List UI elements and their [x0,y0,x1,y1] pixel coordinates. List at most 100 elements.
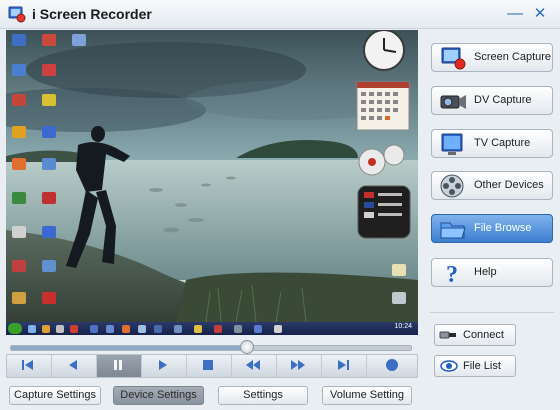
taskbar-item [56,325,64,333]
desktop-icon-1 [12,34,26,46]
screen-capture-icon [441,47,466,70]
connect-button[interactable]: Connect [434,324,516,346]
rewind-button[interactable] [232,355,277,377]
taskbar-item [28,325,36,333]
desktop-icon-3 [72,34,86,46]
tv-capture-label: TV Capture [474,137,531,149]
pause-button[interactable] [97,355,142,377]
skip-end-button[interactable] [322,355,367,377]
file-list-button[interactable]: File List [434,355,516,377]
skip-start-icon [22,360,33,370]
desktop-icon-11 [42,158,56,170]
other-devices-button[interactable]: Other Devices [431,171,553,200]
screen-capture-label: Screen Capture [474,51,552,63]
taskbar-item [254,325,262,333]
taskbar-item [214,325,222,333]
desktop-icon-14 [12,226,26,238]
help-button[interactable]: ? Help [431,258,553,287]
dv-camera-icon [440,95,466,109]
previous-button[interactable] [52,355,97,377]
other-devices-label: Other Devices [474,179,544,191]
play-button[interactable] [142,355,187,377]
skip-end-icon [338,360,349,370]
panel-divider [430,312,554,313]
record-icon [386,359,398,371]
previous-icon [69,360,77,370]
currency-gadget-icon [357,185,411,239]
stop-icon [203,360,213,370]
help-icon: ? [446,262,458,286]
title-bar: i Screen Recorder — ✕ [0,0,560,29]
desktop-icon-19 [42,292,56,304]
desktop-icon-9 [42,126,56,138]
desktop-icon-4 [12,64,26,76]
app-logo-icon [8,6,26,23]
app-title: i Screen Recorder [32,6,152,22]
desktop-icon-21 [392,292,406,304]
taskbar-item [274,325,282,333]
seek-progress [11,346,247,350]
capture-settings-button[interactable]: Capture Settings [9,386,101,405]
connect-label: Connect [463,329,504,341]
desktop-icon-16 [12,260,26,272]
calendar-gadget-icon [356,81,410,131]
file-browse-label: File Browse [474,222,532,234]
taskbar-item [234,325,242,333]
video-preview: 10:24 [6,30,418,335]
help-label: Help [474,266,497,278]
file-list-label: File List [463,360,501,372]
eye-icon [440,360,458,372]
desktop-icon-10 [12,158,26,170]
seek-handle[interactable] [240,340,254,354]
minimize-button[interactable]: — [505,4,525,24]
desktop-icon-12 [12,192,26,204]
pause-icon [114,360,122,370]
device-settings-button[interactable]: Device Settings [113,386,204,405]
fast-forward-button[interactable] [277,355,322,377]
preview-taskbar: 10:24 [6,322,418,335]
rewind-icon [246,360,260,370]
taskbar-clock: 10:24 [394,323,412,330]
fast-forward-icon [291,360,305,370]
settings-button[interactable]: Settings [218,386,308,405]
file-browse-button[interactable]: File Browse [431,214,553,243]
folder-icon [440,222,466,239]
taskbar-item [70,325,78,333]
taskbar-item [42,325,50,333]
record-button[interactable] [367,355,417,377]
taskbar-item [106,325,114,333]
desktop-icon-6 [12,94,26,106]
dv-capture-label: DV Capture [474,94,532,106]
play-icon [159,360,167,370]
svg-text:?: ? [446,262,458,286]
connect-plug-icon [439,331,456,339]
transport-controls [6,354,418,378]
taskbar-item [154,325,162,333]
clock-gadget-icon [363,30,405,71]
film-reel-icon [440,174,464,198]
screen-capture-button[interactable]: Screen Capture [431,43,553,72]
taskbar-item [138,325,146,333]
dv-capture-button[interactable]: DV Capture [431,86,553,115]
desktop-icon-5 [42,64,56,76]
desktop-icon-13 [42,192,56,204]
desktop-icon-8 [12,126,26,138]
taskbar-item [122,325,130,333]
desktop-icon-2 [42,34,56,46]
desktop-icon-18 [12,292,26,304]
tv-capture-button[interactable]: TV Capture [431,129,553,158]
start-button [8,323,22,334]
tv-icon [441,133,463,155]
desktop-icon-17 [42,260,56,272]
desktop-icon-7 [42,94,56,106]
taskbar-item [90,325,98,333]
close-button[interactable]: ✕ [530,4,550,24]
skip-start-button[interactable] [7,355,52,377]
taskbar-item [194,325,202,333]
seek-track[interactable] [10,345,412,351]
stop-button[interactable] [187,355,232,377]
preview-scene-image [6,30,418,335]
volume-setting-button[interactable]: Volume Setting [322,386,412,405]
desktop-icon-20 [392,264,406,276]
desktop-icon-15 [42,226,56,238]
